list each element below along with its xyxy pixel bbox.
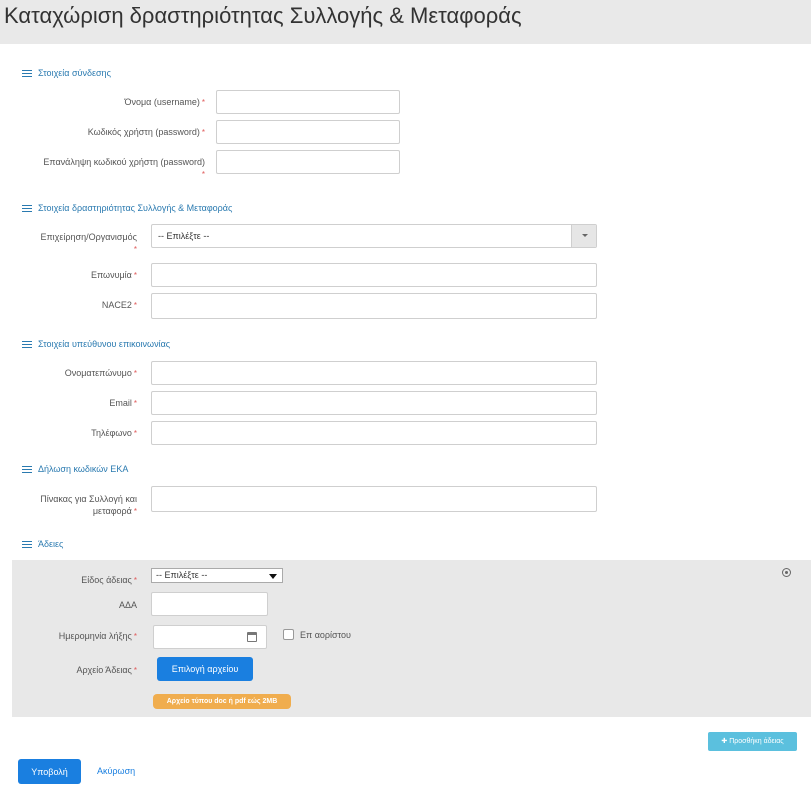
required-marker: * xyxy=(133,271,137,280)
required-marker: * xyxy=(201,98,205,107)
section-permits-title: Άδειες xyxy=(22,538,63,550)
file-hint-badge: Αρχείο τύπου doc ή pdf εώς 2MB xyxy=(153,694,291,709)
required-marker: * xyxy=(133,399,137,408)
section-login-title: Στοιχεία σύνδεσης xyxy=(22,67,111,79)
organization-select[interactable]: -- Επιλέξτε -- xyxy=(151,224,597,248)
expiry-date-label: Ημερομηνία λήξης * xyxy=(58,631,137,641)
eka-table-label: Πίνακας για Συλλογή και μεταφορά * xyxy=(40,494,137,516)
fullname-input[interactable] xyxy=(151,361,597,385)
required-marker: * xyxy=(133,576,137,585)
required-marker: * xyxy=(201,170,205,179)
cancel-link[interactable]: Ακύρωση xyxy=(97,766,135,776)
section-contact-label: Στοιχεία υπεύθυνου επικοινωνίας xyxy=(38,339,171,349)
calendar-icon xyxy=(247,632,257,642)
permit-type-label: Είδος άδειας * xyxy=(81,575,137,585)
bars-icon xyxy=(22,69,32,77)
bars-icon xyxy=(22,340,32,348)
password-repeat-input[interactable] xyxy=(216,150,400,174)
bars-icon xyxy=(22,540,32,548)
organization-select-value: -- Επιλέξτε -- xyxy=(158,231,210,241)
nace2-input[interactable] xyxy=(151,293,597,319)
page-header: Καταχώριση δραστηριότητας Συλλογής & Μετ… xyxy=(0,0,811,44)
password-input[interactable] xyxy=(216,120,400,144)
expiry-date-input[interactable] xyxy=(153,625,239,649)
plus-icon: ✚ xyxy=(721,738,728,745)
bars-icon xyxy=(22,204,32,212)
dropdown-toggle[interactable] xyxy=(571,225,596,247)
add-permit-button[interactable]: ✚ Προσθήκη άδειας xyxy=(708,732,797,751)
section-activity-label: Στοιχεία δραστηριότητας Συλλογής & Μεταφ… xyxy=(38,203,233,213)
email-label: Email * xyxy=(109,398,137,408)
choose-file-button[interactable]: Επιλογή αρχείου xyxy=(157,657,253,681)
required-marker: * xyxy=(133,429,137,438)
username-label: Όνομα (username) * xyxy=(124,97,205,107)
nace2-label: NACE2 * xyxy=(101,300,137,310)
required-marker: * xyxy=(133,245,137,254)
ada-label: ΑΔΑ xyxy=(118,600,137,610)
eka-table-input[interactable] xyxy=(151,486,597,512)
section-eka-title: Δήλωση κωδικών ΕΚΑ xyxy=(22,463,128,475)
chevron-down-icon xyxy=(269,574,277,579)
add-permit-label: Προσθήκη άδειας xyxy=(729,738,784,745)
permit-file-label: Αρχείο Άδειας * xyxy=(76,665,137,675)
page-title: Καταχώριση δραστηριότητας Συλλογής & Μετ… xyxy=(4,3,522,28)
remove-circle-icon[interactable] xyxy=(782,568,791,577)
calendar-button[interactable] xyxy=(238,625,267,649)
section-permits-label: Άδειες xyxy=(38,539,64,549)
bars-icon xyxy=(22,465,32,473)
phone-input[interactable] xyxy=(151,421,597,445)
section-activity-title: Στοιχεία δραστηριότητας Συλλογής & Μεταφ… xyxy=(22,202,232,214)
permit-type-select-value: -- Επιλέξτε -- xyxy=(156,570,208,580)
required-marker: * xyxy=(133,632,137,641)
required-marker: * xyxy=(133,507,137,516)
section-eka-label: Δήλωση κωδικών ΕΚΑ xyxy=(38,464,129,474)
ada-input[interactable] xyxy=(151,592,268,616)
required-marker: * xyxy=(133,666,137,675)
required-marker: * xyxy=(133,369,137,378)
organization-label: Επιχείρηση/Οργανισμός * xyxy=(40,232,137,254)
company-name-label: Επωνυμία * xyxy=(90,270,137,280)
required-marker: * xyxy=(201,128,205,137)
username-input[interactable] xyxy=(216,90,400,114)
password-repeat-label: Επανάληψη κωδικού χρήστη (password) * xyxy=(43,157,205,179)
password-label: Κωδικός χρήστη (password) * xyxy=(87,127,205,137)
chevron-down-icon xyxy=(582,234,588,237)
submit-button[interactable]: Υποβολή xyxy=(18,759,81,784)
fullname-label: Ονοματεπώνυμο * xyxy=(64,368,137,378)
section-login-label: Στοιχεία σύνδεσης xyxy=(38,68,111,78)
indefinite-checkbox[interactable] xyxy=(283,629,294,640)
indefinite-label: Επ αορίστου xyxy=(300,630,351,640)
section-contact-title: Στοιχεία υπεύθυνου επικοινωνίας xyxy=(22,338,170,350)
permit-type-select[interactable]: -- Επιλέξτε -- xyxy=(151,568,283,583)
phone-label: Τηλέφωνο * xyxy=(91,428,137,438)
email-input[interactable] xyxy=(151,391,597,415)
company-name-input[interactable] xyxy=(151,263,597,287)
required-marker: * xyxy=(133,301,137,310)
